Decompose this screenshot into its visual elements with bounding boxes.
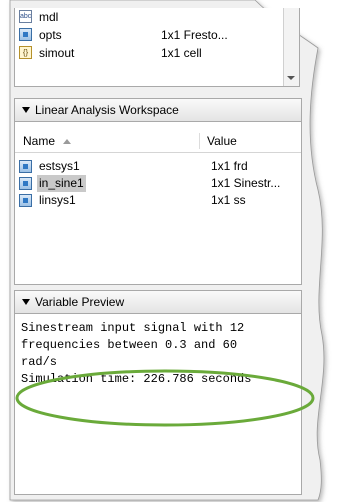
object-icon [19, 177, 32, 190]
variable-value: 1x1 Fresto... [161, 28, 228, 42]
variable-value: 1x1 cell [161, 46, 202, 60]
abc-icon: abc [19, 10, 32, 23]
object-icon [19, 28, 32, 41]
collapse-triangle-icon[interactable] [22, 299, 30, 305]
variable-name: opts [39, 28, 62, 42]
variable-preview-panel: Sinestream input signal with 12 frequenc… [14, 314, 302, 495]
table-header: Name Value [15, 130, 301, 153]
section-title: Variable Preview [35, 295, 125, 309]
variable-value: 1x1 frd [211, 159, 248, 173]
variable-preview-header[interactable]: Variable Preview [14, 290, 302, 314]
table-row[interactable]: linsys1 1x1 ss [19, 192, 299, 209]
column-divider[interactable] [199, 133, 200, 149]
variable-value: 1x1 ss [211, 193, 246, 207]
cell-icon: {} [19, 46, 32, 59]
linear-analysis-header[interactable]: Linear Analysis Workspace [14, 98, 302, 122]
linear-analysis-table: Name Value estsys1 1x1 frd in_sine1 1x1 … [14, 122, 302, 285]
collapse-triangle-icon[interactable] [22, 107, 30, 113]
object-icon [19, 194, 32, 207]
variable-name: mdl [39, 10, 59, 24]
preview-text: Sinestream input signal with 12 frequenc… [21, 321, 252, 386]
variable-name: in_sine1 [37, 175, 86, 192]
workspace-list: abc mdl opts 1x1 Fresto... {} simout 1x1… [14, 8, 300, 87]
vertical-scrollbar[interactable] [283, 8, 299, 86]
scroll-down-arrow-icon[interactable] [287, 76, 295, 80]
section-title: Linear Analysis Workspace [35, 103, 179, 117]
variable-name: simout [39, 46, 75, 60]
table-row-selected[interactable]: in_sine1 1x1 Sinestr... [19, 175, 299, 192]
variable-name: linsys1 [39, 193, 76, 207]
sort-ascending-icon [63, 139, 71, 144]
table-row[interactable]: estsys1 1x1 frd [19, 158, 299, 175]
variable-value: 1x1 Sinestr... [211, 176, 281, 190]
column-header-name[interactable]: Name [23, 130, 55, 152]
column-header-value[interactable]: Value [207, 130, 237, 152]
object-icon [19, 160, 32, 173]
variable-name: estsys1 [39, 159, 80, 173]
